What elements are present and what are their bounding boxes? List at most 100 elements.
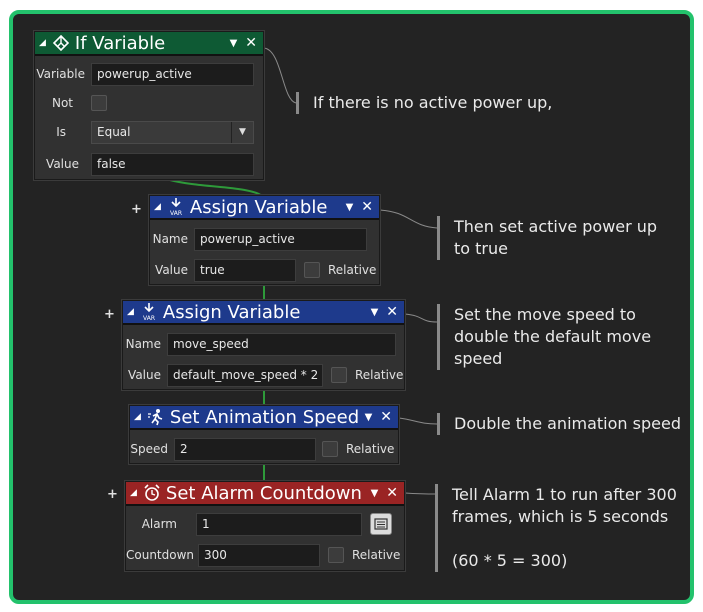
relative-checkbox[interactable] [328,547,344,563]
comment-connector-2 [379,209,438,229]
relative-checkbox[interactable] [331,367,347,383]
relative-checkbox[interactable] [322,441,338,457]
not-row: Not [35,91,263,115]
block-title: If Variable [74,32,166,54]
alarm-label: Alarm [141,517,177,531]
value-field[interactable]: default_move_speed * 2 [167,363,323,387]
comment-1: If there is no active power up, [296,92,552,114]
comment-line: Double the animation speed [454,414,681,433]
comment-connector-1 [263,47,297,104]
comment-line: Tell Alarm 1 to run after 300 [452,485,677,504]
speed-field[interactable]: 2 [174,437,316,461]
if-variable-icon [51,33,71,53]
alarm-field[interactable]: 1 [196,512,362,536]
value-label: Value [46,157,79,171]
chevron-down-icon[interactable]: ▼ [231,121,253,143]
menu-dropdown-icon[interactable]: ▼ [346,202,354,213]
running-figure-icon [146,407,166,427]
block-title: Assign Variable [189,196,328,218]
is-label: Is [56,125,66,139]
relative-checkbox[interactable] [304,262,320,278]
add-action-icon[interactable]: + [104,307,115,322]
assign-variable-block-1[interactable]: ◢ VAR Assign Variable ▼ ✕ Name powerup_a… [149,195,380,285]
set-animation-speed-block[interactable]: ◢ Set Animation Speed ▼ ✕ Speed 2 Relati… [129,405,399,464]
collapse-icon[interactable]: ◢ [154,202,161,212]
comment-line: frames, which is 5 seconds [452,507,669,526]
block-title: Set Animation Speed [169,406,360,428]
relative-label: Relative [328,263,377,277]
var-badge: VAR [170,210,182,217]
relative-label: Relative [352,548,401,562]
is-select-value: Equal [97,125,131,139]
relative-label: Relative [355,368,404,382]
close-icon[interactable]: ✕ [386,304,398,320]
relative-label: Relative [346,442,395,456]
set-animation-speed-header[interactable]: ◢ Set Animation Speed ▼ ✕ [130,406,398,430]
is-row: Is Equal ▼ [35,120,263,144]
countdown-field[interactable]: 300 [198,543,320,567]
countdown-label: Countdown [126,548,195,562]
comment-line: Set the move speed to [454,305,636,324]
comment-4: Double the animation speed [437,413,681,435]
value-row: Value false [35,152,263,176]
var-badge: VAR [143,315,155,322]
block-title: Assign Variable [162,301,301,323]
name-row: Name move_speed [123,332,404,356]
close-icon[interactable]: ✕ [386,485,398,501]
list-icon [374,518,388,530]
comment-connector-5 [404,492,438,495]
value-label: Value [155,263,188,277]
assign-variable-header[interactable]: ◢ VAR Assign Variable ▼ ✕ [123,301,404,325]
menu-dropdown-icon[interactable]: ▼ [371,307,379,318]
menu-dropdown-icon[interactable]: ▼ [371,488,379,499]
if-variable-block[interactable]: ◢ If Variable ▼ ✕ Variable powerup_activ… [34,31,264,180]
close-icon[interactable]: ✕ [361,199,373,215]
if-variable-header[interactable]: ◢ If Variable ▼ ✕ [35,32,263,56]
add-action-icon[interactable]: + [131,202,142,217]
comment-connector-3 [404,313,438,323]
value-row: Value true Relative [150,258,379,282]
var-icon: VAR [139,302,159,322]
comment-line: double the default move [454,327,652,346]
wire-if-to-assign1 [169,179,263,197]
add-action-icon[interactable]: + [107,487,118,502]
collapse-icon[interactable]: ◢ [134,412,141,422]
not-checkbox[interactable] [91,95,107,111]
comment-line: (60 * 5 = 300) [452,551,568,570]
close-icon[interactable]: ✕ [245,35,257,51]
variable-field[interactable]: powerup_active [91,62,254,86]
value-row: Value default_move_speed * 2 Relative [123,363,404,387]
assign-variable-block-2[interactable]: ◢ VAR Assign Variable ▼ ✕ Name move_spee… [122,300,405,390]
menu-dropdown-icon[interactable]: ▼ [230,38,238,49]
close-icon[interactable]: ✕ [380,409,392,425]
name-field[interactable]: move_speed [167,332,396,356]
countdown-row: Countdown 300 Relative [126,543,404,567]
name-label: Name [152,232,188,246]
alarm-clock-icon [142,483,162,503]
is-select[interactable]: Equal ▼ [91,120,254,144]
comment-line: speed [454,349,503,368]
value-field[interactable]: true [194,258,296,282]
assign-variable-header[interactable]: ◢ VAR Assign Variable ▼ ✕ [150,196,379,220]
menu-dropdown-icon[interactable]: ▼ [365,412,373,423]
comment-5: Tell Alarm 1 to run after 300 frames, wh… [435,484,677,572]
name-row: Name powerup_active [150,227,379,251]
speed-label: Speed [130,442,168,456]
comment-2: Then set active power up to true [437,216,657,260]
comment-3: Set the move speed to double the default… [437,304,651,370]
value-field[interactable]: false [91,152,254,176]
name-label: Name [125,337,161,351]
block-title: Set Alarm Countdown [165,482,362,504]
comment-line: to true [454,239,508,258]
name-field[interactable]: powerup_active [194,227,367,251]
var-icon: VAR [166,197,186,217]
collapse-icon[interactable]: ◢ [130,488,137,498]
collapse-icon[interactable]: ◢ [39,38,46,48]
set-alarm-countdown-block[interactable]: ◢ Set Alarm Countdown ▼ ✕ Alarm 1 Countd… [125,481,405,571]
comment-line: Then set active power up [454,217,658,236]
collapse-icon[interactable]: ◢ [127,307,134,317]
comment-line: If there is no active power up, [313,93,553,112]
set-alarm-countdown-header[interactable]: ◢ Set Alarm Countdown ▼ ✕ [126,482,404,506]
alarm-row: Alarm 1 [126,512,404,536]
alarm-picker-button[interactable] [370,513,392,535]
